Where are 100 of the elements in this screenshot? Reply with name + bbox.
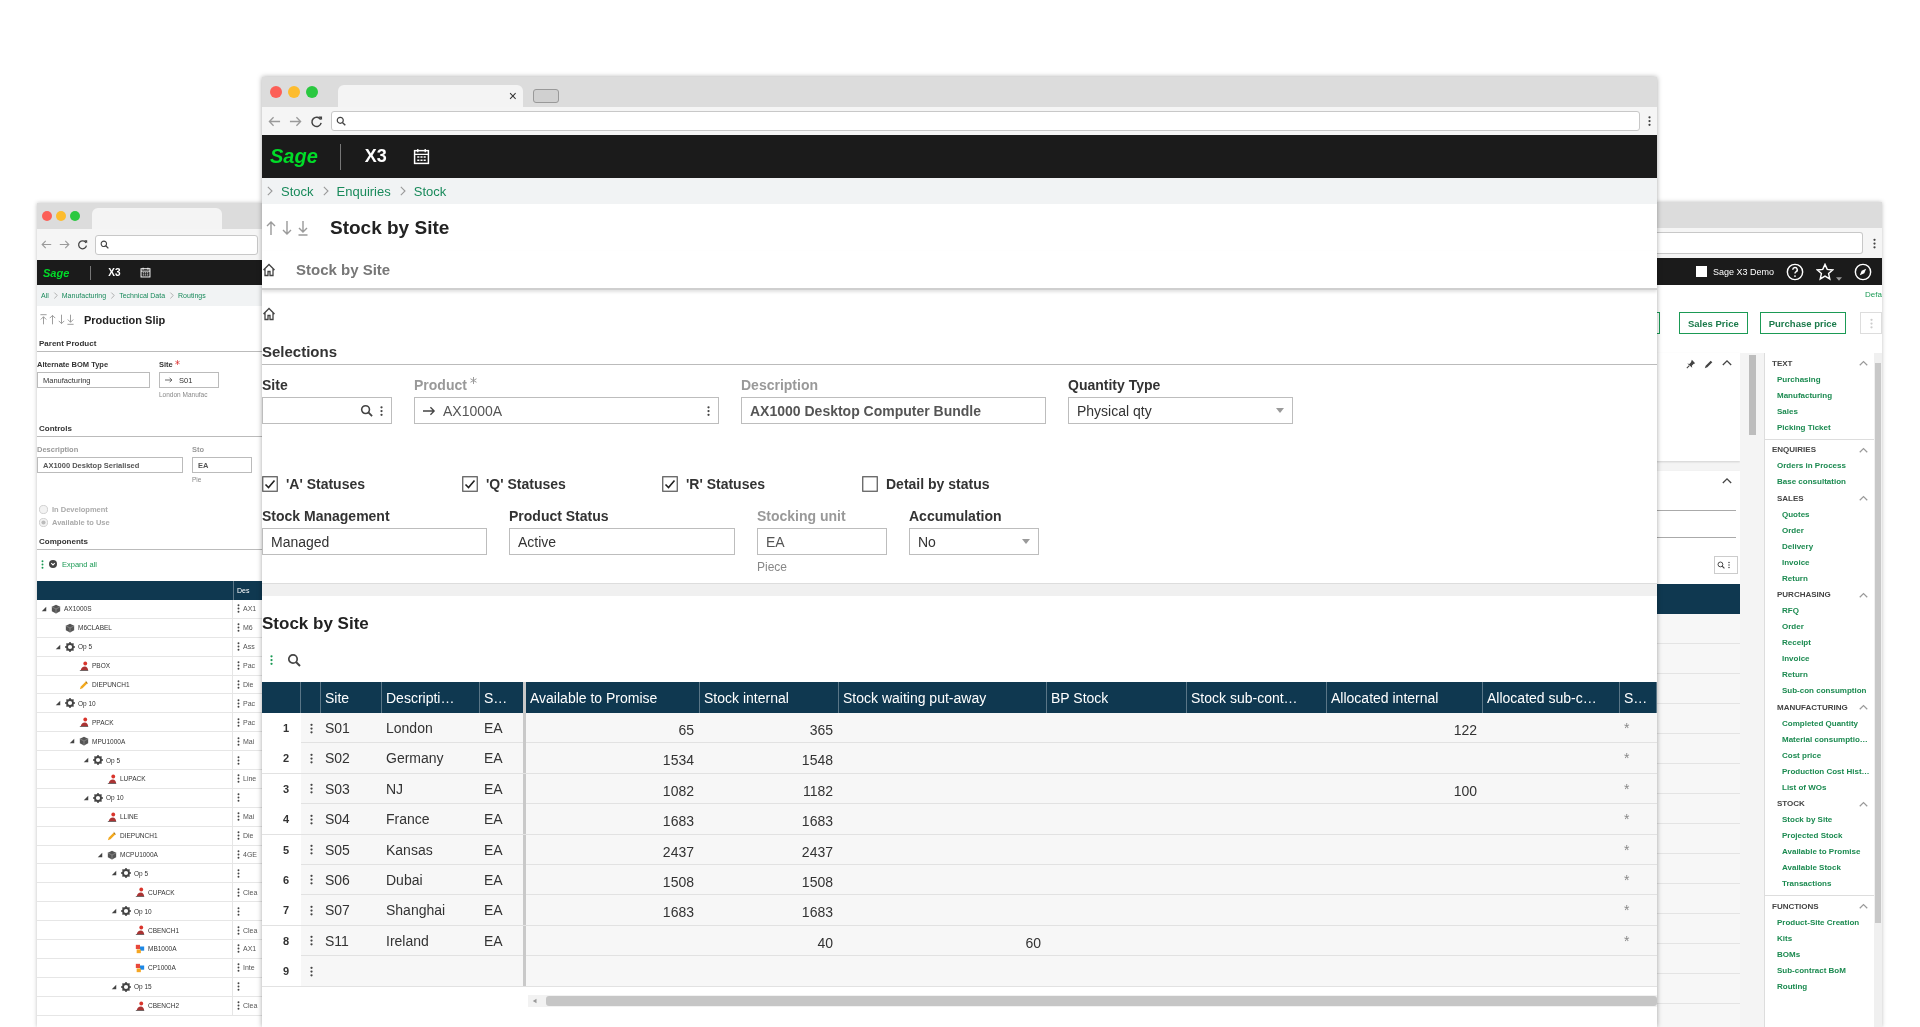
side-link[interactable]: Material consumptio… [1772,731,1874,748]
checkbox-label: 'R' Statuses [686,476,766,492]
side-link[interactable]: RFQ [1772,603,1874,619]
action-button[interactable]: Purchase price [1759,312,1846,334]
side-link[interactable]: Available Stock [1772,860,1874,876]
sage-logo[interactable]: Sage [270,145,318,168]
action-button[interactable]: Sales Price [1679,312,1748,334]
section-title: Selections [262,343,1657,365]
side-link[interactable]: Base consultation [1772,474,1874,490]
table-cell-text: 1683 [800,812,834,832]
section-title: Components [37,531,262,550]
close-tab-button[interactable]: × [508,89,517,103]
side-link[interactable]: Invoice [1772,651,1874,667]
row-number: 1 [262,713,301,743]
section-title: PURCHASING [1777,590,1831,600]
side-link[interactable]: Cost price [1772,747,1874,764]
row-number: 9 [262,956,301,987]
table-cell-text: 2437 [661,842,695,862]
table-cell-text: * [1623,779,1631,799]
table-cell-text: 65 [677,721,695,740]
side-link[interactable]: Manufacturing [1772,387,1874,404]
table-cell-text: 1683 [800,903,834,923]
table-cell-text: * [1623,749,1631,769]
table-cell-text: * [1623,931,1631,951]
side-link[interactable]: Available to Promise [1772,844,1874,860]
side-link[interactable]: Order [1772,619,1874,635]
link[interactable]: Defa [1865,289,1882,299]
table-cell-text: S03 [324,779,351,799]
input-field[interactable]: Managed [262,528,487,555]
row-number: 4 [262,804,301,835]
table-cell-text: S11 [324,931,350,951]
side-link[interactable]: Sales [1772,403,1874,420]
table-cell-text: 1548 [800,751,834,771]
table-cell-text: 1683 [661,812,695,832]
page-title: Stock by Site [330,216,450,239]
table-cell-text: 122 [1452,721,1478,740]
section-title: FUNCTIONS [1772,901,1819,911]
table-cell-text: S07 [324,901,351,921]
row-number: 6 [262,864,301,895]
side-link[interactable]: Receipt [1772,635,1874,651]
side-link[interactable]: Return [1772,667,1874,683]
table-cell-text: S06 [324,870,351,890]
side-link[interactable]: Kits [1772,930,1874,947]
side-link[interactable]: Routing [1772,978,1874,995]
row-number: 3 [262,773,301,804]
breadcrumb-link[interactable]: Stock [281,183,314,199]
row-number: 8 [262,925,301,956]
row-number: 5 [262,834,301,865]
side-link[interactable]: BOMs [1772,946,1874,963]
hint-text: Piece [757,560,789,574]
table-cell-text: 100 [1452,781,1478,801]
section-title: Controls [37,418,262,437]
breadcrumb-link[interactable]: Stock [413,183,447,199]
table-cell-text: 1508 [661,872,695,892]
side-link[interactable]: Orders in Process [1772,458,1874,474]
side-link[interactable]: Completed Quantity [1772,715,1874,732]
table-cell-text: 1182 [801,781,834,801]
table-cell-text: NJ [385,779,405,799]
side-link[interactable]: Projected Stock [1772,828,1874,844]
side-link[interactable]: Purchasing [1772,371,1874,388]
side-link[interactable]: Sub-con consumption [1772,683,1874,699]
breadcrumb-link[interactable]: Enquiries [336,183,391,199]
field-label: Product Status [509,508,609,524]
table-cell-text: Kansas [385,840,434,860]
section-title: Stock by Site [262,614,370,634]
side-link[interactable]: Sub-contract BoM [1772,962,1874,979]
browser-tab[interactable]: × [338,85,523,107]
page-tab[interactable]: Stock by Site [296,261,391,278]
section-title: MANUFACTURING [1777,702,1848,712]
side-link[interactable]: Delivery [1772,538,1874,555]
section-title: Parent Product [37,333,262,352]
side-link[interactable]: Quotes [1772,506,1874,523]
table-cell-text: * [1623,840,1631,860]
sage-logo[interactable]: Sage [43,266,70,279]
table-cell-text: Dubai [385,870,424,890]
input-field[interactable]: Active [509,528,735,555]
app-name: X3 [364,146,387,167]
table-cell-text: 1082 [661,781,695,801]
field-label: Stock Management [262,508,390,524]
side-link[interactable]: Invoice [1772,554,1874,571]
field-label: Stocking unit [757,508,846,524]
user-name[interactable]: Sage X3 Demo [1712,266,1774,277]
side-link[interactable]: Stock by Site [1772,812,1874,828]
page-title: Production Slip [84,313,166,326]
dropdown[interactable]: No [909,528,1039,555]
table-cell-text: 1508 [800,872,834,892]
side-link[interactable]: List of WOs [1772,779,1874,796]
side-link[interactable]: Order [1772,522,1874,539]
field-label: Product [414,377,467,393]
side-link[interactable]: Picking Ticket [1772,419,1874,436]
side-link[interactable]: Transactions [1772,876,1874,892]
table-cell-text: 365 [808,721,834,740]
section-title: TEXT [1772,358,1793,368]
side-link[interactable]: Product-Site Creation [1772,914,1874,931]
table-cell-text: 40 [816,933,834,953]
side-link[interactable]: Return [1772,570,1874,587]
table-cell-text: S01 [324,719,351,738]
side-link[interactable]: Production Cost Hist… [1772,763,1874,780]
row-number: 2 [262,743,301,774]
dropdown[interactable]: Physical qty [1068,397,1293,424]
